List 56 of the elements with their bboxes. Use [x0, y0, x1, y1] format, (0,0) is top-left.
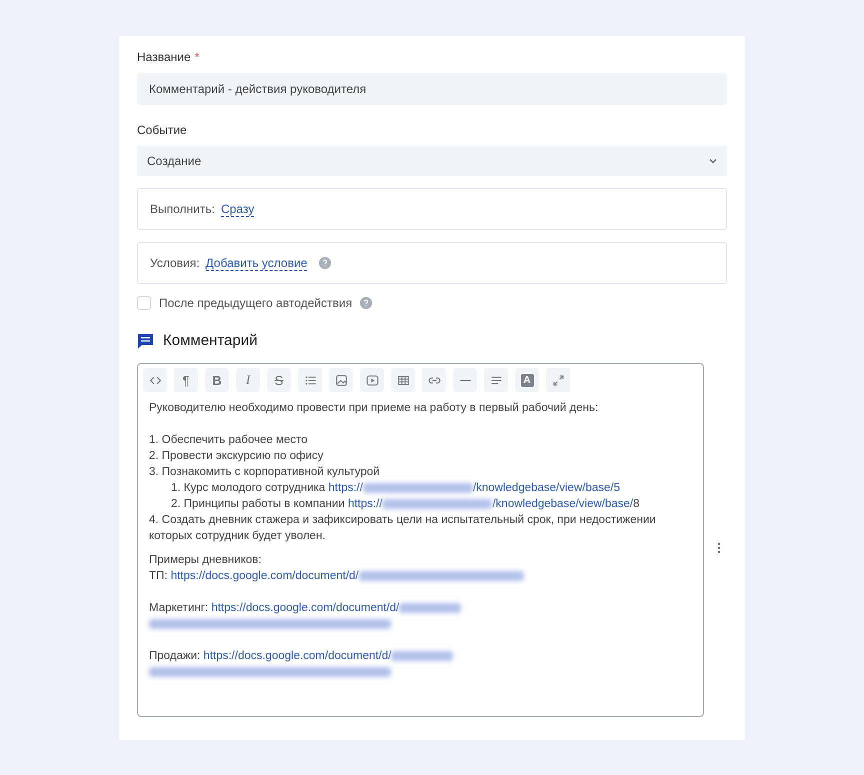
list-button[interactable] — [298, 368, 322, 392]
event-dropdown[interactable]: Создание — [137, 146, 727, 176]
text-line: 1. Курс молодого сотрудника https:// /knowledgebase/view/base/5 — [170, 481, 621, 496]
name-input-field[interactable]: Комментарий - действия руководителя — [137, 73, 727, 105]
text-line: Руководителю необходимо провести при приеме на работу в первый рабочий день: — [149, 401, 600, 416]
fullscreen-button[interactable] — [546, 368, 570, 392]
checkbox-label: После предыдущего автодействия — [159, 296, 352, 310]
url-link[interactable]: https://docs.google.com/document/d/ — [170, 570, 359, 582]
text-line: Маркетинг: https://docs.google.com/document/d/ — [149, 600, 692, 616]
url-link[interactable]: /knowledgebase/view/base/ — [492, 498, 634, 510]
checkbox[interactable] — [137, 296, 151, 310]
field-label: Событие — [137, 123, 188, 137]
text-color-button[interactable]: A — [515, 368, 539, 392]
paragraph-button[interactable]: ¶ — [174, 368, 198, 392]
table-button[interactable] — [391, 368, 415, 392]
chevron-down-icon — [709, 158, 717, 164]
text-line: 2. Провести экскурсию по офису — [149, 449, 324, 464]
required-mark: * — [194, 50, 200, 64]
more-options-icon[interactable] — [717, 542, 721, 554]
redacted-url-mark — [391, 650, 454, 661]
video-icon — [366, 374, 378, 386]
text-line: Примеры дневников: — [149, 553, 262, 568]
bold-button[interactable]: B — [205, 368, 229, 392]
redacted-url-mark — [399, 602, 462, 613]
schedule-link[interactable]: Сразу — [220, 202, 254, 216]
italic-button[interactable]: I — [236, 368, 260, 392]
text-line: Продажи: https://docs.google.com/document/d/ — [149, 648, 692, 664]
url-link[interactable]: https:// — [328, 482, 363, 494]
conditions-label: Условия: — [150, 256, 200, 270]
table-icon — [396, 374, 410, 386]
execute-label: Выполнить: — [150, 202, 215, 216]
url-link[interactable]: https:// — [348, 498, 382, 510]
align-button[interactable] — [484, 368, 508, 392]
image-icon — [334, 374, 348, 386]
field-label: Название — [137, 50, 191, 64]
help-icon[interactable] — [360, 297, 372, 309]
section-title: Комментарий — [163, 332, 258, 349]
video-button[interactable] — [360, 368, 384, 392]
fullscreen-icon — [552, 374, 564, 386]
url-link[interactable]: https://docs.google.com/document/d/ — [203, 650, 392, 662]
add-condition-link[interactable]: Добавить условие — [206, 256, 308, 270]
comment-icon — [137, 332, 154, 348]
text-line: 3. Познакомить с корпоративной культурой — [149, 465, 381, 480]
text-line: 4. Создать дневник стажера и зафиксировать цели на испытательный срок, при недостижении которых сотрудник будет уволен. — [149, 513, 657, 544]
list-icon — [304, 374, 316, 386]
code-view-button[interactable] — [143, 368, 167, 392]
text-line: ТП: https://docs.google.com/document/d/ — [149, 568, 692, 584]
strikethrough-button[interactable]: S — [267, 368, 291, 392]
text-line: 2. Принципы работы в компании https:// /knowledgebase/view/base/8 — [170, 497, 641, 512]
url-link[interactable]: https://docs.google.com/document/d/ — [211, 602, 400, 614]
link-button[interactable] — [422, 368, 446, 392]
comment-editor[interactable] — [137, 363, 704, 717]
help-icon[interactable] — [319, 257, 332, 269]
image-button[interactable] — [329, 368, 353, 392]
url-link[interactable]: /knowledgebase/view/base/5 — [472, 482, 620, 494]
text-line: 1. Обеспечить рабочее место — [149, 433, 309, 448]
